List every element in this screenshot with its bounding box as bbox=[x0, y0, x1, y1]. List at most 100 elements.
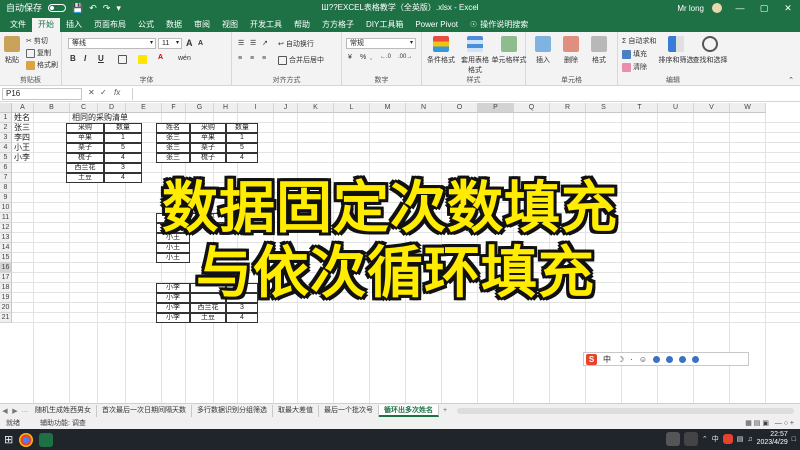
next-sheet-icon[interactable]: ▶ bbox=[10, 407, 20, 415]
moon-icon[interactable]: ☽ bbox=[617, 355, 624, 364]
row-header[interactable]: 1 bbox=[0, 113, 12, 123]
row-header[interactable]: 15 bbox=[0, 253, 12, 263]
clock[interactable]: 22:57 2023/4/29 bbox=[757, 431, 788, 447]
table1-cell[interactable]: 西兰花 bbox=[66, 163, 104, 173]
table2-cell[interactable]: 小李 bbox=[156, 313, 190, 323]
tray-app-icon[interactable] bbox=[665, 432, 680, 446]
table2-cell[interactable]: 张三 bbox=[156, 143, 190, 153]
sheet-tab[interactable]: 取最大差值 bbox=[273, 404, 319, 417]
table1-cell[interactable]: 3 bbox=[104, 163, 142, 173]
cell-a[interactable]: 张三 bbox=[14, 123, 30, 133]
grow-font-button[interactable]: A bbox=[186, 38, 193, 48]
volume-icon[interactable]: ♫ bbox=[747, 436, 752, 443]
tab-9[interactable]: 帮助 bbox=[288, 18, 316, 32]
windows-start-icon[interactable]: ⊞ bbox=[4, 433, 13, 446]
table2-cell[interactable]: 1 bbox=[226, 133, 258, 143]
column-header[interactable]: O bbox=[442, 103, 478, 113]
paste-button[interactable]: 粘贴 bbox=[4, 36, 20, 65]
merge-center-button[interactable]: 合并后居中 bbox=[278, 55, 324, 65]
table1-cell[interactable]: 梳子 bbox=[66, 153, 104, 163]
tab-12[interactable]: Power Pivot bbox=[409, 18, 464, 32]
table2-cell[interactable]: 张三 bbox=[156, 153, 190, 163]
autosave-toggle[interactable] bbox=[48, 4, 67, 12]
row-header[interactable]: 17 bbox=[0, 273, 12, 283]
column-header[interactable]: Q bbox=[514, 103, 550, 113]
table2-cell[interactable]: 小李 bbox=[156, 303, 190, 313]
excel-taskbar-icon[interactable] bbox=[39, 432, 54, 447]
row-header[interactable]: 4 bbox=[0, 143, 12, 153]
tab-6[interactable]: 审阅 bbox=[188, 18, 216, 32]
cell-styles-button[interactable]: 单元格样式 bbox=[492, 36, 527, 65]
table2-cell[interactable]: 土豆 bbox=[190, 313, 226, 323]
cell-a[interactable]: 李四 bbox=[14, 133, 30, 143]
enter-icon[interactable]: ✓ bbox=[100, 88, 107, 97]
row-header[interactable]: 19 bbox=[0, 293, 12, 303]
border-icon[interactable] bbox=[118, 55, 127, 64]
column-header[interactable]: I bbox=[238, 103, 274, 113]
tab-7[interactable]: 视图 bbox=[216, 18, 244, 32]
keyboard-icon[interactable] bbox=[666, 355, 674, 363]
align-top-icon[interactable]: ☰ bbox=[238, 39, 244, 47]
cell-a[interactable]: 姓名 bbox=[14, 113, 30, 123]
italic-button[interactable]: I bbox=[84, 54, 86, 63]
row-header[interactable]: 16 bbox=[0, 263, 12, 273]
column-header[interactable]: W bbox=[730, 103, 766, 113]
tab-8[interactable]: 开发工具 bbox=[244, 18, 288, 32]
row-header[interactable]: 11 bbox=[0, 213, 12, 223]
undo-icon[interactable]: ↶ bbox=[89, 0, 97, 16]
table2-cell[interactable]: 5 bbox=[226, 143, 258, 153]
ime-mode[interactable]: 中 bbox=[603, 354, 611, 365]
column-header[interactable]: H bbox=[214, 103, 238, 113]
skin-icon[interactable] bbox=[679, 355, 687, 363]
column-header[interactable]: K bbox=[298, 103, 334, 113]
column-header[interactable]: A bbox=[12, 103, 34, 113]
tab-4[interactable]: 公式 bbox=[132, 18, 160, 32]
notification-icon[interactable]: □ bbox=[792, 436, 796, 443]
table2-header[interactable]: 姓名 bbox=[156, 123, 190, 133]
column-header[interactable]: U bbox=[658, 103, 694, 113]
insert-function-icon[interactable]: fx bbox=[114, 88, 120, 97]
increase-decimal-button[interactable]: ←.0 bbox=[380, 54, 391, 60]
customize-qat-icon[interactable]: ▾ bbox=[116, 0, 121, 16]
delete-cells-button[interactable]: 删除 bbox=[558, 36, 584, 65]
currency-icon[interactable]: ¥ bbox=[348, 54, 352, 61]
row-header[interactable]: 10 bbox=[0, 203, 12, 213]
comma-button[interactable]: , bbox=[370, 54, 372, 61]
cell-a[interactable]: 小李 bbox=[14, 153, 30, 163]
bold-button[interactable]: B bbox=[70, 54, 76, 63]
prev-sheet-icon[interactable]: ◀ bbox=[0, 407, 10, 415]
align-right-icon[interactable]: ≡ bbox=[262, 55, 266, 62]
font-size-select[interactable]: 11 ▾ bbox=[158, 38, 182, 49]
wrap-text-button[interactable]: ↩ 自动换行 bbox=[278, 39, 314, 49]
tab-5[interactable]: 数据 bbox=[160, 18, 188, 32]
column-header[interactable]: V bbox=[694, 103, 730, 113]
column-header[interactable]: M bbox=[370, 103, 406, 113]
table1-cell[interactable]: 苹果 bbox=[66, 133, 104, 143]
column-header[interactable]: T bbox=[622, 103, 658, 113]
redo-icon[interactable]: ↷ bbox=[103, 0, 111, 16]
fill-button[interactable]: 填充 bbox=[622, 49, 647, 59]
tray-app-icon-2[interactable] bbox=[683, 432, 698, 446]
tab-11[interactable]: DIY工具箱 bbox=[360, 18, 409, 32]
table1-cell[interactable]: 栗子 bbox=[66, 143, 104, 153]
table2-cell[interactable]: 4 bbox=[226, 313, 258, 323]
align-middle-icon[interactable]: ☰ bbox=[250, 39, 256, 47]
table1-cell[interactable]: 1 bbox=[104, 133, 142, 143]
row-header[interactable]: 12 bbox=[0, 223, 12, 233]
view-controls[interactable]: ▦ ▤ ▣ — ○ + bbox=[745, 419, 794, 427]
sheet-tab[interactable]: 随机生成姓西男女 bbox=[30, 404, 97, 417]
find-select-button[interactable]: 查找和选择 bbox=[693, 36, 728, 65]
table1-cell[interactable]: 4 bbox=[104, 153, 142, 163]
table1-header[interactable]: 数量 bbox=[104, 123, 142, 133]
row-header[interactable]: 20 bbox=[0, 303, 12, 313]
fill-color-icon[interactable] bbox=[138, 55, 147, 64]
table2-cell[interactable]: 4 bbox=[226, 153, 258, 163]
table2-cell[interactable]: 小王 bbox=[156, 253, 190, 263]
table1-header[interactable]: 采购 bbox=[66, 123, 104, 133]
format-painter-button[interactable]: 格式刷 bbox=[26, 60, 58, 70]
row-header[interactable]: 13 bbox=[0, 233, 12, 243]
table2-cell[interactable]: 小李 bbox=[156, 283, 190, 293]
column-header[interactable]: F bbox=[162, 103, 186, 113]
table1-cell[interactable]: 5 bbox=[104, 143, 142, 153]
row-header[interactable]: 2 bbox=[0, 123, 12, 133]
